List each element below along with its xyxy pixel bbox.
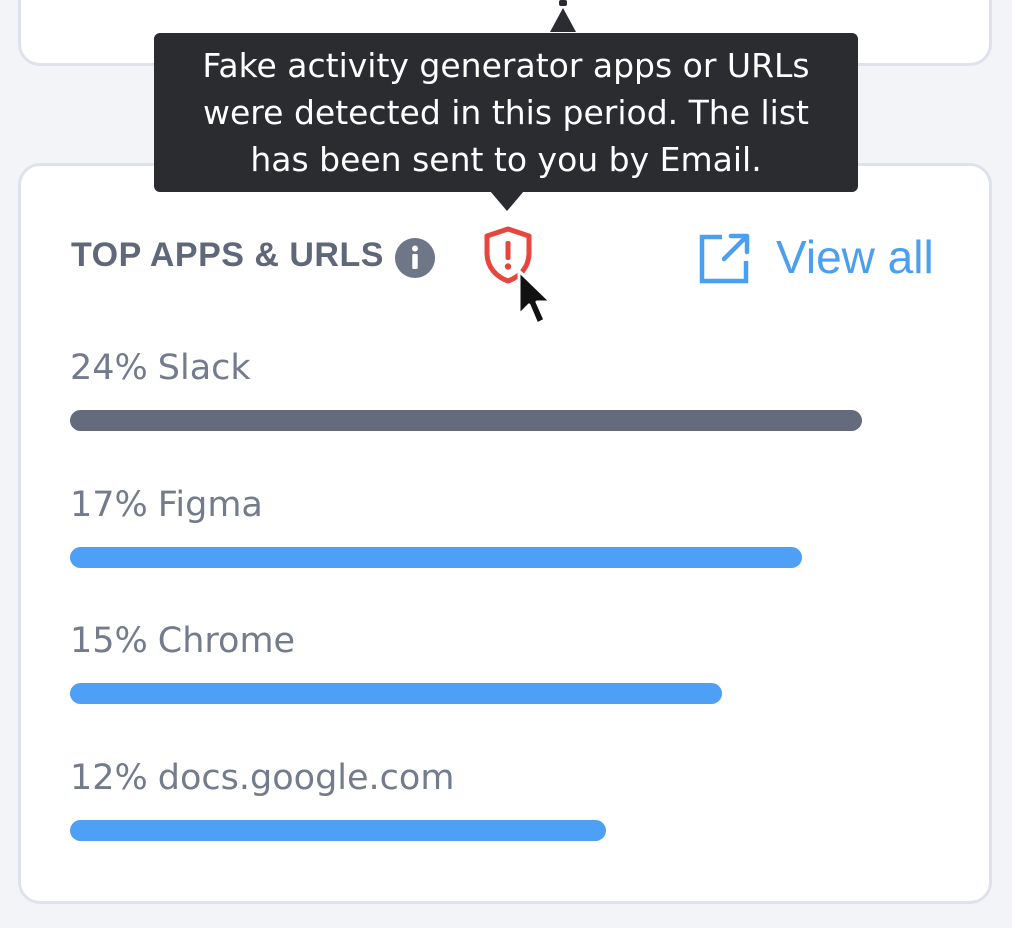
app-bar-track <box>70 683 870 704</box>
app-name: Slack <box>157 348 251 388</box>
app-usage-bar <box>70 410 862 431</box>
app-name: Chrome <box>157 621 296 661</box>
app-label: 24% Slack <box>70 348 251 388</box>
app-label: 15% Chrome <box>70 621 295 661</box>
app-bar-track <box>70 547 870 568</box>
chart-marker-stem <box>559 0 567 6</box>
app-name: Figma <box>157 485 263 525</box>
section-title: TOP APPS & URLS <box>71 236 384 274</box>
fake-activity-tooltip: Fake activity generator apps or URLs wer… <box>154 33 858 192</box>
app-percent: 17% <box>70 485 148 525</box>
tooltip-line: Fake activity generator apps or URLs <box>202 46 810 85</box>
app-percent: 12% <box>70 758 148 798</box>
app-usage-bar <box>70 547 802 568</box>
app-percent: 15% <box>70 621 148 661</box>
app-percent: 24% <box>70 348 148 388</box>
app-label: 12% docs.google.com <box>70 758 454 798</box>
info-icon[interactable] <box>394 237 436 279</box>
app-name: docs.google.com <box>157 758 455 798</box>
external-link-icon <box>699 233 750 284</box>
view-all-label: View all <box>776 231 934 283</box>
app-bar-track <box>70 410 870 431</box>
tooltip-line: were detected in this period. The list <box>203 93 809 132</box>
app-bar-track <box>70 820 870 841</box>
view-all-link[interactable]: View all <box>698 228 948 286</box>
tooltip-line: has been sent to you by Email. <box>250 140 762 179</box>
app-usage-bar <box>70 683 722 704</box>
chart-marker-arrow <box>550 8 576 32</box>
tooltip-arrow <box>490 191 524 211</box>
mouse-cursor-icon <box>517 269 553 326</box>
app-usage-bar <box>70 820 606 841</box>
app-label: 17% Figma <box>70 485 263 525</box>
